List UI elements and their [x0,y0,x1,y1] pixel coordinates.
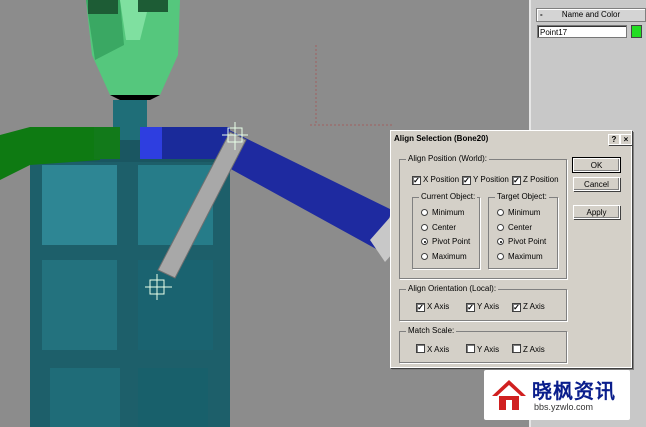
radio-label: Center [432,223,457,232]
y-position-label: Y Position [473,175,509,184]
radio-dot [421,238,428,245]
match-scale-group: Match Scale: X Axis Y Axis Z Axis [399,326,567,363]
x-axis-orient-checkbox[interactable]: ✓ X Axis [416,302,449,312]
help-icon[interactable]: ? [608,134,620,145]
z-axis-scale-label: Z Axis [523,345,545,354]
y-axis-orient-box: ✓ [466,303,475,312]
radio-dot [421,224,428,231]
z-position-checkbox[interactable]: ✓ Z Position [512,175,559,185]
target-pivot-radio[interactable]: Pivot Point [497,237,546,247]
target-object-label: Target Object: [495,192,549,201]
rollout-title: Name and Color [561,10,621,19]
align-position-group: Align Position (World): ✓ X Position ✓ Y P… [399,154,567,279]
z-axis-scale-box [512,344,521,353]
y-position-box: ✓ [462,176,471,185]
x-axis-orient-label: X Axis [427,302,450,311]
radio-dot [497,253,504,260]
align-orientation-label: Align Orientation (Local): [406,284,499,293]
radio-label: Maximum [432,252,467,261]
x-position-checkbox[interactable]: ✓ X Position [412,175,459,185]
z-position-box: ✓ [512,176,521,185]
site-watermark: 晓枫资讯 bbs.yzwlo.com [484,370,630,420]
z-axis-orient-box: ✓ [512,303,521,312]
x-axis-scale-box [416,344,425,353]
align-selection-dialog: Align Selection (Bone20) ? × Align Posit… [390,130,632,368]
dialog-titlebar[interactable]: Align Selection (Bone20) ? × [392,132,632,146]
dialog-title: Align Selection (Bone20) [394,134,489,143]
z-position-label: Z Position [523,175,559,184]
target-center-radio[interactable]: Center [497,223,532,233]
watermark-url: bbs.yzwlo.com [534,402,594,412]
align-position-label: Align Position (World): [406,154,489,163]
z-axis-orient-checkbox[interactable]: ✓ Z Axis [512,302,545,312]
y-axis-scale-label: Y Axis [477,345,500,354]
name-and-color-rollout[interactable]: - Name and Color [536,8,646,22]
x-position-label: X Position [423,175,460,184]
radio-dot [421,253,428,260]
current-object-group: Current Object: Minimum Center Pivot Poi… [412,192,480,269]
y-axis-scale-box [466,344,475,353]
radio-dot [497,209,504,216]
logo-house-icon [492,380,526,410]
apply-button[interactable]: Apply [573,205,620,219]
z-axis-orient-label: Z Axis [523,302,545,311]
watermark-brand: 晓枫资讯 [532,379,616,403]
x-axis-scale-label: X Axis [427,345,450,354]
object-name-field[interactable]: Point17 [537,25,627,38]
radio-label: Minimum [508,208,541,217]
y-axis-orient-checkbox[interactable]: ✓ Y Axis [466,302,499,312]
current-minimum-radio[interactable]: Minimum [421,208,464,218]
match-scale-label: Match Scale: [406,326,457,335]
radio-label: Center [508,223,533,232]
target-object-group: Target Object: Minimum Center Pivot Poin… [488,192,558,269]
radio-dot [497,224,504,231]
radio-dot [497,238,504,245]
ok-button[interactable]: OK [572,157,621,173]
target-maximum-radio[interactable]: Maximum [497,252,543,262]
close-icon[interactable]: × [620,134,632,145]
radio-dot [421,209,428,216]
z-axis-scale-checkbox[interactable]: Z Axis [512,344,545,355]
y-position-checkbox[interactable]: ✓ Y Position [462,175,509,185]
current-center-radio[interactable]: Center [421,223,456,233]
x-position-box: ✓ [412,176,421,185]
rollout-collapse-icon: - [540,10,543,19]
x-axis-scale-checkbox[interactable]: X Axis [416,344,449,355]
y-axis-orient-label: Y Axis [477,302,500,311]
radio-label: Minimum [432,208,465,217]
radio-label: Pivot Point [432,237,471,246]
align-orientation-group: Align Orientation (Local): ✓ X Axis ✓ Y Ax… [399,284,567,321]
radio-label: Pivot Point [508,237,547,246]
current-object-label: Current Object: [419,192,478,201]
x-axis-orient-box: ✓ [416,303,425,312]
radio-label: Maximum [508,252,543,261]
target-minimum-radio[interactable]: Minimum [497,208,540,218]
current-maximum-radio[interactable]: Maximum [421,252,467,262]
y-axis-scale-checkbox[interactable]: Y Axis [466,344,499,355]
object-color-swatch[interactable] [631,25,642,38]
cancel-button[interactable]: Cancel [573,177,620,191]
current-pivot-radio[interactable]: Pivot Point [421,237,470,247]
